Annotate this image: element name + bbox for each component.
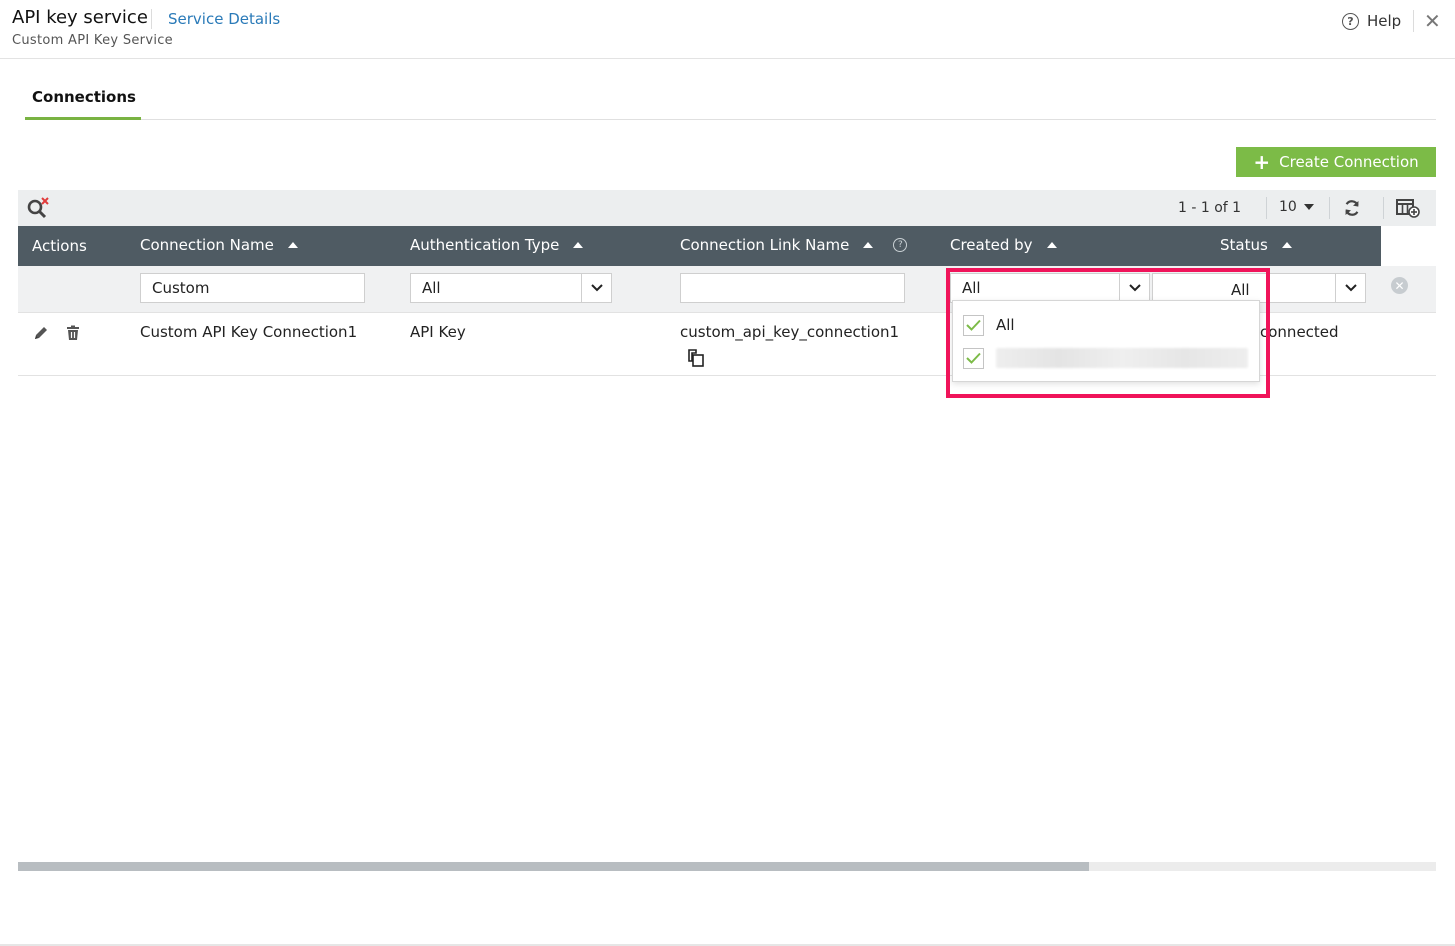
connection-name-filter-input[interactable]	[140, 273, 365, 303]
sort-ascending-icon	[573, 242, 584, 248]
authentication-type-filter-select[interactable]: All	[410, 273, 612, 303]
status-cell: connected	[1260, 323, 1339, 341]
column-header-label: Created by	[950, 236, 1033, 254]
scrollbar-thumb[interactable]	[18, 862, 1089, 871]
sort-ascending-icon	[1046, 242, 1057, 248]
table-toolbar: 1 - 1 of 1 10	[18, 190, 1436, 226]
connection-link-name-filter-input[interactable]	[680, 273, 905, 303]
help-circle-icon: ?	[1342, 12, 1359, 30]
service-details-link[interactable]: Service Details	[168, 10, 280, 28]
per-page-select[interactable]: 10	[1279, 199, 1315, 215]
column-header-label: Connection Name	[140, 236, 274, 254]
sort-ascending-icon	[1281, 242, 1292, 248]
clear-search-icon[interactable]	[26, 197, 50, 219]
tab-connections[interactable]: Connections	[25, 80, 141, 120]
header-spacer	[1381, 226, 1436, 266]
toolbar-divider	[1266, 197, 1267, 219]
authentication-type-cell: API Key	[410, 323, 466, 341]
copy-icon[interactable]	[687, 349, 705, 367]
plus-icon: +	[1253, 150, 1271, 174]
checkbox-checked[interactable]	[963, 314, 984, 336]
page-subtitle: Custom API Key Service	[12, 33, 173, 48]
select-value: All	[1231, 281, 1250, 299]
dropdown-option-label: All	[996, 316, 1015, 334]
column-header-actions: Actions	[32, 237, 87, 255]
pagination-info: 1 - 1 of 1	[1178, 200, 1242, 216]
column-header-authentication-type[interactable]: Authentication Type	[410, 236, 584, 254]
toolbar-divider	[1383, 197, 1384, 219]
header-divider	[1413, 10, 1414, 32]
help-label: Help	[1367, 12, 1402, 30]
tab-bar: Connections	[25, 80, 1436, 120]
per-page-value: 10	[1279, 199, 1297, 215]
column-header-status[interactable]: Status	[1220, 236, 1292, 254]
chevron-down-icon	[581, 274, 611, 302]
reset-filters-icon[interactable]: ✕	[1391, 277, 1408, 294]
horizontal-scrollbar[interactable]	[18, 862, 1436, 871]
column-settings-icon[interactable]	[1396, 198, 1420, 218]
column-header-connection-link-name[interactable]: Connection Link Name ?	[680, 236, 908, 254]
column-header-label: Actions	[32, 237, 87, 255]
table-header: Actions Connection Name Authentication T…	[18, 226, 1436, 266]
help-circle-icon[interactable]: ?	[893, 238, 908, 252]
column-header-label: Status	[1220, 236, 1268, 254]
app-title: API key service	[12, 7, 148, 28]
create-connection-label: Create Connection	[1279, 153, 1419, 171]
chevron-down-icon	[1335, 274, 1365, 302]
column-header-label: Authentication Type	[410, 236, 560, 254]
caret-down-icon	[1304, 204, 1315, 210]
create-connection-button[interactable]: + Create Connection	[1236, 147, 1436, 177]
status-filter-select[interactable]: All	[1152, 273, 1366, 303]
created-by-dropdown-menu: All	[952, 300, 1260, 382]
chevron-down-icon	[1119, 274, 1149, 302]
connection-link-name-cell: custom_api_key_connection1	[680, 323, 900, 341]
select-value: All	[422, 279, 441, 297]
sort-ascending-icon	[287, 242, 298, 248]
close-icon[interactable]: ✕	[1424, 9, 1441, 33]
column-header-label: Connection Link Name	[680, 236, 850, 254]
column-header-created-by[interactable]: Created by	[950, 236, 1057, 254]
checkbox-checked[interactable]	[963, 347, 984, 369]
toolbar-divider	[1329, 197, 1330, 219]
dropdown-option-user[interactable]	[963, 347, 1248, 369]
edit-pencil-icon[interactable]	[33, 325, 49, 341]
select-value: All	[962, 279, 981, 297]
refresh-icon[interactable]	[1342, 198, 1362, 218]
title-divider	[151, 9, 152, 29]
checkmark-icon	[966, 319, 981, 331]
help-button[interactable]: ? Help	[1342, 12, 1401, 30]
sort-ascending-icon	[863, 242, 874, 248]
created-by-filter-select[interactable]: All	[950, 273, 1150, 303]
dropdown-option-all[interactable]: All	[963, 314, 1015, 336]
connection-name-cell[interactable]: Custom API Key Connection1	[140, 323, 357, 341]
delete-trash-icon[interactable]	[65, 325, 81, 341]
column-header-connection-name[interactable]: Connection Name	[140, 236, 298, 254]
page-header: API key service Service Details Custom A…	[0, 0, 1455, 59]
checkmark-icon	[966, 352, 981, 364]
redacted-user-name	[996, 348, 1248, 368]
